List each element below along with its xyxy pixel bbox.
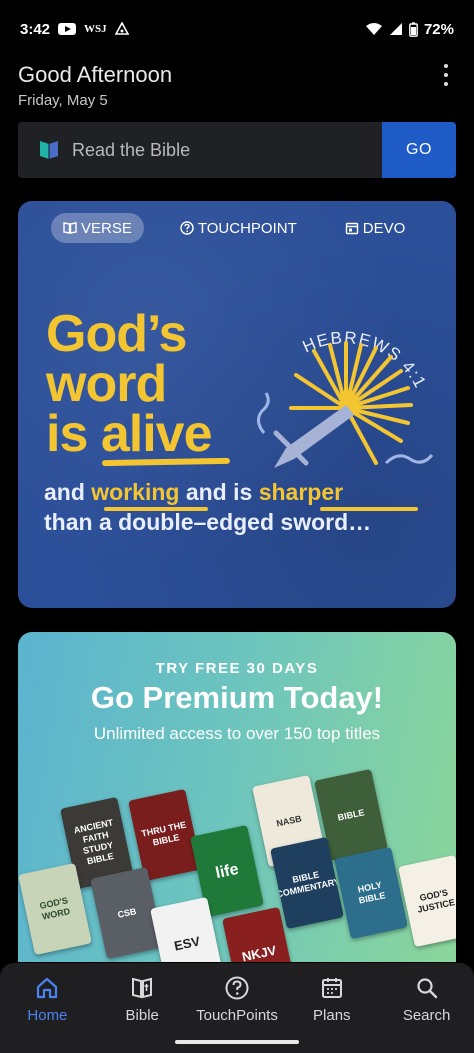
wifi-icon (365, 23, 382, 35)
headline-alive: alive (100, 405, 213, 463)
verse-headline: God’s word is alive (46, 305, 212, 460)
greeting-title: Good Afternoon (18, 62, 173, 87)
tab-touchpoint[interactable]: TOUCHPOINT (168, 213, 309, 243)
nav-touchpoints-label: TouchPoints (196, 1007, 278, 1024)
tab-verse-label: VERSE (81, 219, 132, 237)
svg-text:HEBREWS 4:12 NCV: HEBREWS 4:12 NCV (236, 293, 430, 392)
wsj-icon: WSJ (84, 23, 107, 35)
date-label: Friday, May 5 (18, 92, 108, 109)
search-placeholder: Read the Bible (72, 139, 191, 160)
calendar-icon (321, 978, 342, 998)
book-cover: GOD'S JUSTICE (398, 854, 456, 948)
go-button[interactable]: GO (382, 122, 456, 178)
alert-triangle-icon (114, 22, 129, 35)
nav-plans[interactable]: Plans (284, 963, 379, 1053)
headline-line-3: is alive (46, 408, 212, 460)
tab-devo-label: DEVO (362, 219, 406, 237)
nav-plans-label: Plans (313, 1007, 351, 1024)
headline-line-2: word (46, 355, 167, 413)
question-circle-icon (225, 976, 249, 1000)
more-options-icon[interactable] (442, 64, 450, 86)
premium-title: Go Premium Today! (90, 680, 384, 715)
alive-underline (101, 457, 231, 467)
headline-line-1: God’s (46, 305, 187, 363)
question-circle-icon (180, 221, 194, 235)
home-header: Good Afternoon Friday, May 5 (18, 62, 458, 109)
nav-home[interactable]: Home (0, 963, 95, 1053)
youtube-icon (58, 23, 77, 35)
premium-promo-card[interactable]: TRY FREE 30 DAYS Go Premium Today! Unlim… (18, 632, 456, 962)
verse-of-day-card[interactable]: VERSE TOUCHPOINT DEVO God’s word is aliv… (18, 201, 456, 608)
verse-text-and: and (44, 479, 92, 505)
sun-sword-illustration: HEBREWS 4:12 NCV (236, 293, 434, 468)
battery-icon (409, 21, 418, 37)
verse-reference: HEBREWS 4:12 NCV (236, 293, 429, 392)
battery-percent: 72% (423, 20, 454, 38)
book-cover: HOLY BIBLE (334, 846, 408, 940)
book-covers-collage: ANCIENT FAITH STUDY BIBLE THRU THE BIBLE… (18, 768, 456, 962)
tab-devo[interactable]: DEVO (333, 213, 418, 243)
nav-home-label: Home (27, 1007, 68, 1024)
bible-icon (132, 977, 153, 999)
verse-text-sharper: sharper (258, 479, 344, 505)
nav-bible-label: Bible (125, 1007, 159, 1024)
verse-text-and-is: and is (179, 479, 259, 505)
open-book-icon (63, 222, 77, 234)
try-free-label: TRY FREE 30 DAYS (155, 660, 319, 677)
search-icon (416, 978, 437, 999)
headline-is: is (46, 405, 101, 463)
signal-icon (389, 23, 402, 35)
verse-line-2: than a double–edged sword… (44, 509, 372, 535)
tab-touchpoint-label: TOUCHPOINT (197, 219, 297, 237)
card-tabs: VERSE TOUCHPOINT DEVO (18, 213, 456, 243)
read-bible-input[interactable]: Read the Bible (18, 122, 382, 178)
bible-search-bar: Read the Bible GO (18, 122, 456, 178)
tab-verse[interactable]: VERSE (51, 213, 144, 243)
home-icon (37, 977, 58, 999)
book-cover: THRU THE BIBLE (128, 788, 202, 882)
verse-text-working: working (91, 479, 180, 505)
gesture-home-indicator[interactable] (175, 1040, 299, 1044)
verse-line-1: and working and is sharper (44, 479, 343, 506)
open-book-icon (40, 141, 58, 159)
status-bar: 3:42 WSJ 72% (0, 0, 474, 58)
premium-subtitle: Unlimited access to over 150 top titles (93, 724, 381, 743)
calendar-icon (345, 222, 358, 235)
status-time: 3:42 (20, 20, 51, 38)
nav-search-label: Search (402, 1007, 451, 1024)
nav-search[interactable]: Search (379, 963, 474, 1053)
